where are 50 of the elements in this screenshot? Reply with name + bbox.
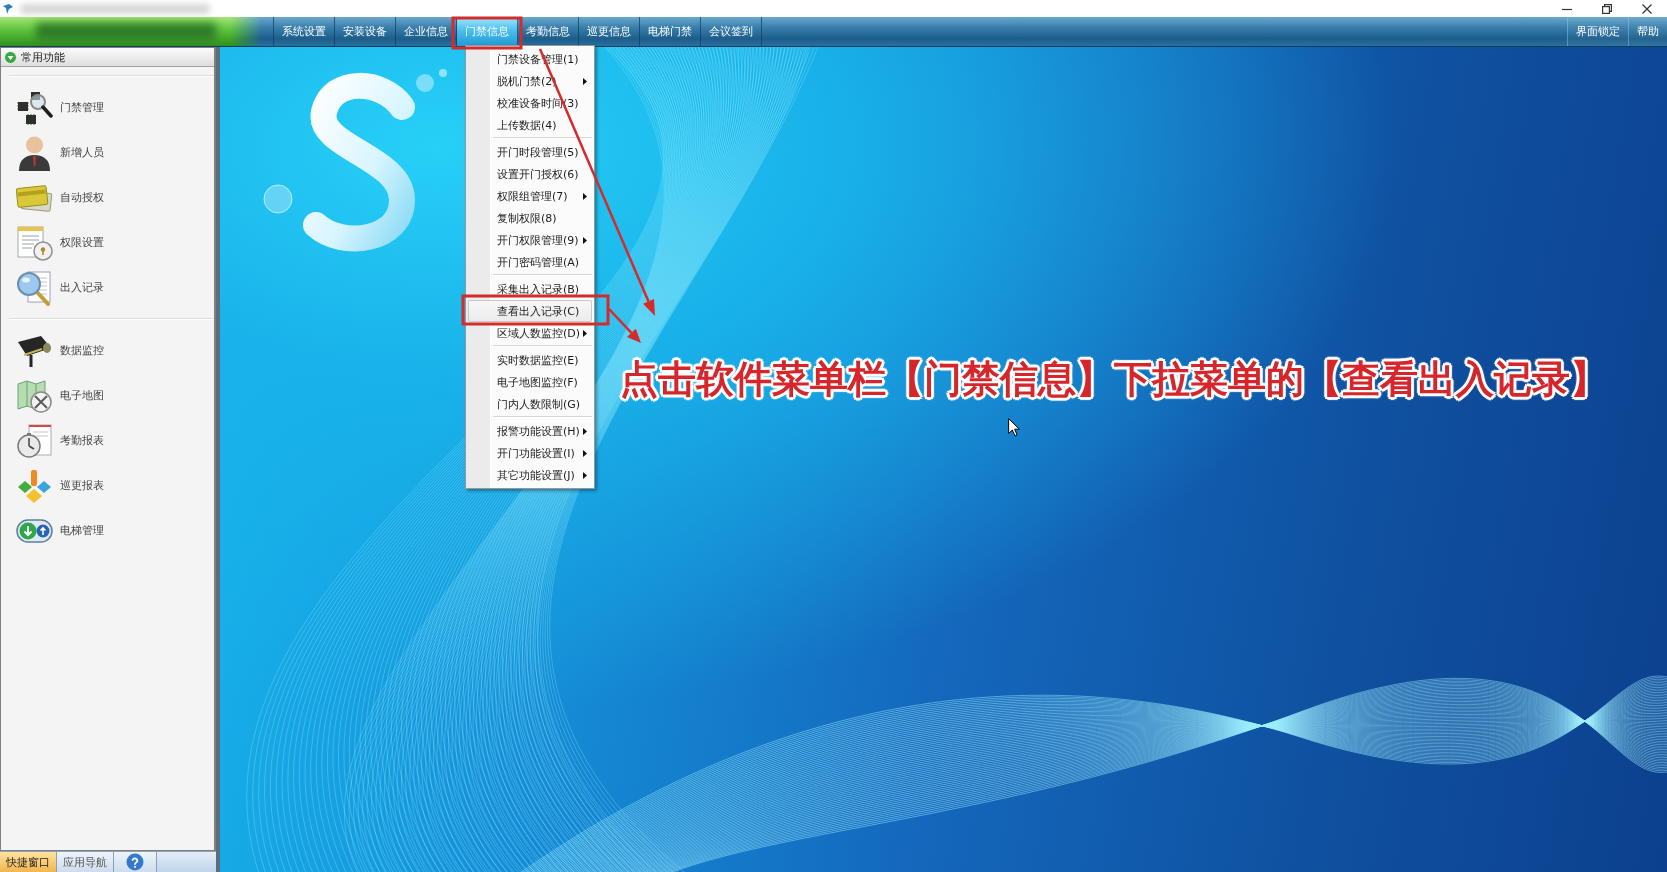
sidebar-item[interactable]: 数据监控 [1,328,214,373]
tab[interactable]: 快捷窗口 [0,852,57,872]
mouse-pointer-icon [1008,418,1020,437]
dropdown-item[interactable]: 开门权限管理(9) [468,229,592,251]
app-icon [2,3,14,14]
dropdown-item[interactable]: 电子地图监控(F) [468,371,592,393]
menu-item[interactable]: 电梯门禁 [640,17,701,46]
menu-item[interactable]: 系统设置 [273,17,335,46]
sidebar-item[interactable]: 自动授权 [1,175,214,220]
help-tab[interactable] [114,852,157,872]
help-icon [126,853,144,871]
dropdown-item[interactable]: 报警功能设置(H) [468,420,592,442]
sidebar-item[interactable]: 出入记录 [1,265,214,310]
close-icon [1642,3,1652,14]
menu-item[interactable]: 会议签到 [701,17,762,46]
sidebar-item[interactable]: 电子地图 [1,373,214,418]
restore-icon [1602,3,1612,14]
menu-item[interactable]: 界面锁定 [1567,17,1628,46]
dropdown-item[interactable]: 开门时段管理(5) [468,141,592,163]
sidebar-item[interactable]: 新增人员 [1,130,214,175]
annotation-caption: 点击软件菜单栏【门禁信息】下拉菜单的【查看出入记录】 [620,356,1608,403]
sidebar-header[interactable]: 常用功能 [1,48,214,67]
sidebar-item[interactable]: 考勤报表 [1,418,214,463]
dropdown-item[interactable]: 权限组管理(7) [468,185,592,207]
sidebar-item[interactable]: 巡更报表 [1,463,214,508]
menu-item[interactable]: 帮助 [1628,17,1667,46]
dropdown-item[interactable]: 其它功能设置(J) [468,464,592,486]
dropdown-item[interactable]: 实时数据监控(E) [468,349,592,371]
sidebar-item[interactable]: 电梯管理 [1,508,214,553]
dropdown-item[interactable]: 开门密码管理(A) [468,251,592,273]
sidebar-item[interactable]: 门禁管理 [1,85,214,130]
person-icon [16,134,53,171]
dropdown-item[interactable]: 复制权限(8) [468,207,592,229]
map-compass-icon [16,377,53,414]
sidebar-item[interactable]: 权限设置 [1,220,214,265]
dropdown-item[interactable]: 区域人数监控(D) [468,322,592,344]
stopwatch-icon [16,422,53,459]
document-search-icon [16,269,53,306]
dropdown-item[interactable]: 查看出入记录(C) [468,300,592,322]
document-lock-icon [16,224,53,261]
menu-item[interactable]: 安装设备 [335,17,396,46]
colored-blocks-icon [16,467,53,504]
highlight-frame [451,16,523,50]
tab[interactable]: 应用导航 [57,852,114,872]
dropdown-item[interactable]: 门内人数限制(G) [468,393,592,415]
chip-magnifier-icon [16,89,53,126]
dropdown-item[interactable]: 采集出入记录(B) [468,278,592,300]
dropdown-item[interactable]: 设置开门授权(6) [468,163,592,185]
dropdown-item[interactable]: 上传数据(4) [468,114,592,136]
dropdown-item[interactable]: 开门功能设置(I) [468,442,592,464]
